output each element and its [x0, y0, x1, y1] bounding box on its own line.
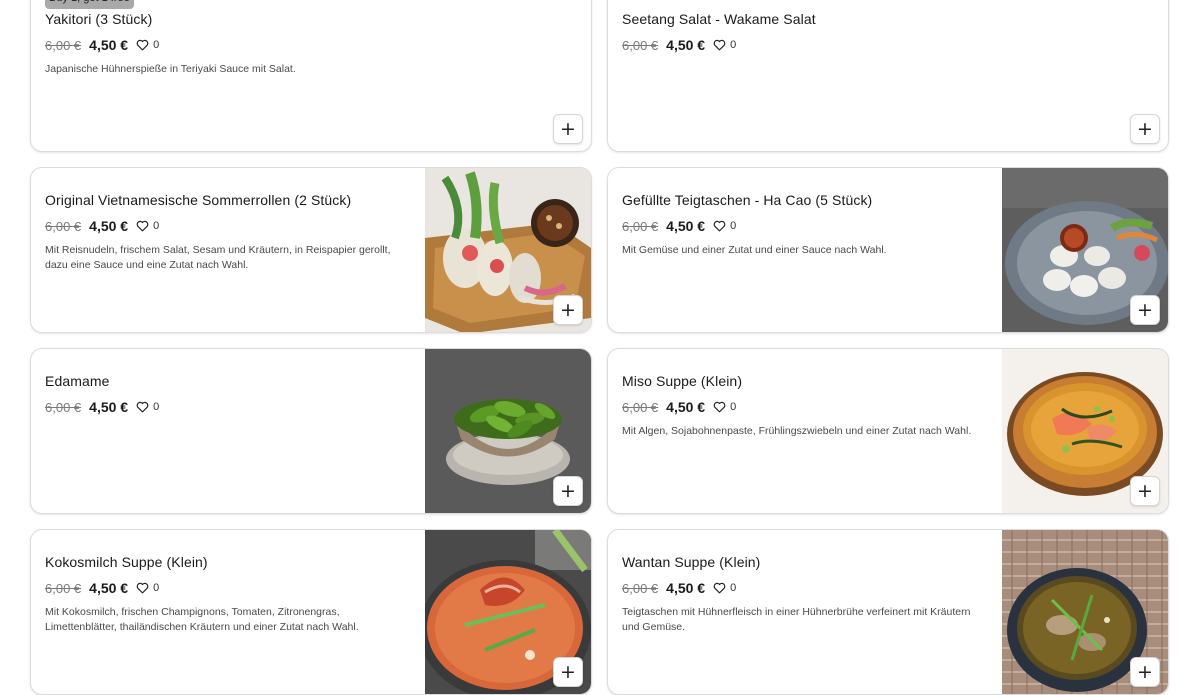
plus-icon: + — [560, 117, 576, 140]
add-to-cart-button[interactable]: + — [1130, 295, 1160, 325]
heart-icon[interactable] — [713, 220, 726, 232]
original-price: 6,00 € — [45, 218, 82, 234]
heart-icon[interactable] — [136, 220, 149, 232]
plus-icon: + — [1137, 117, 1153, 140]
menu-item-title: Miso Suppe (Klein) — [622, 373, 743, 389]
menu-grid: Buy 1, get 1 free Yakitori (3 Stück) 6,0… — [30, 0, 1169, 695]
menu-item-title: Gefüllte Teigtaschen - Ha Cao (5 Stück) — [622, 192, 873, 208]
heart-icon[interactable] — [713, 582, 726, 594]
menu-item-description: Mit Gemüse und einer Zutat und einer Sau… — [622, 244, 887, 256]
menu-item-description: Teigtaschen mit Hühnerfleisch in einer H… — [622, 606, 971, 633]
discounted-price: 4,50 € — [89, 37, 129, 53]
menu-item-card[interactable]: Original Vietnamesische Sommerrollen (2 … — [30, 167, 592, 333]
original-price: 6,00 € — [622, 218, 659, 234]
discounted-price: 4,50 € — [89, 218, 129, 234]
price-row: 6,00 € 4,50 € 0 — [45, 399, 159, 415]
discounted-price: 4,50 € — [666, 37, 706, 53]
heart-icon[interactable] — [713, 39, 726, 51]
menu-item-card[interactable]: Miso Suppe (Klein) 6,00 € 4,50 € 0 Mit A… — [607, 348, 1169, 514]
price-row: 6,00 € 4,50 € 0 — [622, 37, 736, 53]
add-to-cart-button[interactable]: + — [553, 657, 583, 687]
menu-item-description: Japanische Hühnerspieße in Teriyaki Sauc… — [45, 63, 296, 75]
heart-icon[interactable] — [713, 401, 726, 413]
menu-item-card[interactable]: Seetang Salat - Wakame Salat 6,00 € 4,50… — [607, 0, 1169, 152]
original-price: 6,00 € — [622, 399, 659, 415]
plus-icon: + — [1137, 660, 1153, 683]
menu-item-card[interactable]: Edamame 6,00 € 4,50 € 0 + — [30, 348, 592, 514]
discounted-price: 4,50 € — [666, 399, 706, 415]
like-count: 0 — [730, 401, 737, 413]
price-row: 6,00 € 4,50 € 0 — [45, 580, 159, 596]
add-to-cart-button[interactable]: + — [553, 476, 583, 506]
original-price: 6,00 € — [45, 399, 82, 415]
menu-item-title: Kokosmilch Suppe (Klein) — [45, 554, 208, 570]
price-row: 6,00 € 4,50 € 0 — [45, 218, 159, 234]
original-price: 6,00 € — [45, 37, 82, 53]
original-price: 6,00 € — [622, 37, 659, 53]
menu-item-card[interactable]: Buy 1, get 1 free Yakitori (3 Stück) 6,0… — [30, 0, 592, 152]
heart-icon[interactable] — [136, 39, 149, 51]
menu-item-description: Mit Algen, Sojabohnenpaste, Frühlingszwi… — [622, 425, 972, 437]
like-count: 0 — [730, 582, 737, 594]
discounted-price: 4,50 € — [666, 580, 706, 596]
menu-item-title: Original Vietnamesische Sommerrollen (2 … — [45, 192, 352, 208]
menu-item-card[interactable]: Gefüllte Teigtaschen - Ha Cao (5 Stück) … — [607, 167, 1169, 333]
plus-icon: + — [1137, 298, 1153, 321]
menu-item-title: Wantan Suppe (Klein) — [622, 554, 761, 570]
add-to-cart-button[interactable]: + — [553, 114, 583, 144]
like-count: 0 — [730, 220, 737, 232]
plus-icon: + — [560, 298, 576, 321]
price-row: 6,00 € 4,50 € 0 — [622, 580, 736, 596]
original-price: 6,00 € — [622, 580, 659, 596]
menu-item-card[interactable]: Wantan Suppe (Klein) 6,00 € 4,50 € 0 Tei… — [607, 529, 1169, 695]
plus-icon: + — [560, 479, 576, 502]
discounted-price: 4,50 € — [89, 399, 129, 415]
add-to-cart-button[interactable]: + — [1130, 476, 1160, 506]
menu-item-title: Seetang Salat - Wakame Salat — [622, 11, 816, 27]
like-count: 0 — [153, 220, 160, 232]
add-to-cart-button[interactable]: + — [1130, 657, 1160, 687]
like-count: 0 — [153, 401, 160, 413]
like-count: 0 — [730, 39, 737, 51]
like-count: 0 — [153, 582, 160, 594]
heart-icon[interactable] — [136, 401, 149, 413]
add-to-cart-button[interactable]: + — [1130, 114, 1160, 144]
like-count: 0 — [153, 39, 160, 51]
promo-badge: Buy 1, get 1 free — [45, 0, 134, 9]
original-price: 6,00 € — [45, 580, 82, 596]
add-to-cart-button[interactable]: + — [553, 295, 583, 325]
menu-item-description: Mit Reisnudeln, frischem Salat, Sesam un… — [45, 244, 391, 271]
plus-icon: + — [560, 660, 576, 683]
price-row: 6,00 € 4,50 € 0 — [622, 218, 736, 234]
price-row: 6,00 € 4,50 € 0 — [622, 399, 736, 415]
price-row: 6,00 € 4,50 € 0 — [45, 37, 159, 53]
discounted-price: 4,50 € — [89, 580, 129, 596]
plus-icon: + — [1137, 479, 1153, 502]
heart-icon[interactable] — [136, 582, 149, 594]
menu-item-description: Mit Kokosmilch, frischen Champignons, To… — [45, 606, 359, 633]
menu-item-card[interactable]: Kokosmilch Suppe (Klein) 6,00 € 4,50 € 0… — [30, 529, 592, 695]
discounted-price: 4,50 € — [666, 218, 706, 234]
menu-item-title: Yakitori (3 Stück) — [45, 11, 153, 27]
menu-item-title: Edamame — [45, 373, 110, 389]
